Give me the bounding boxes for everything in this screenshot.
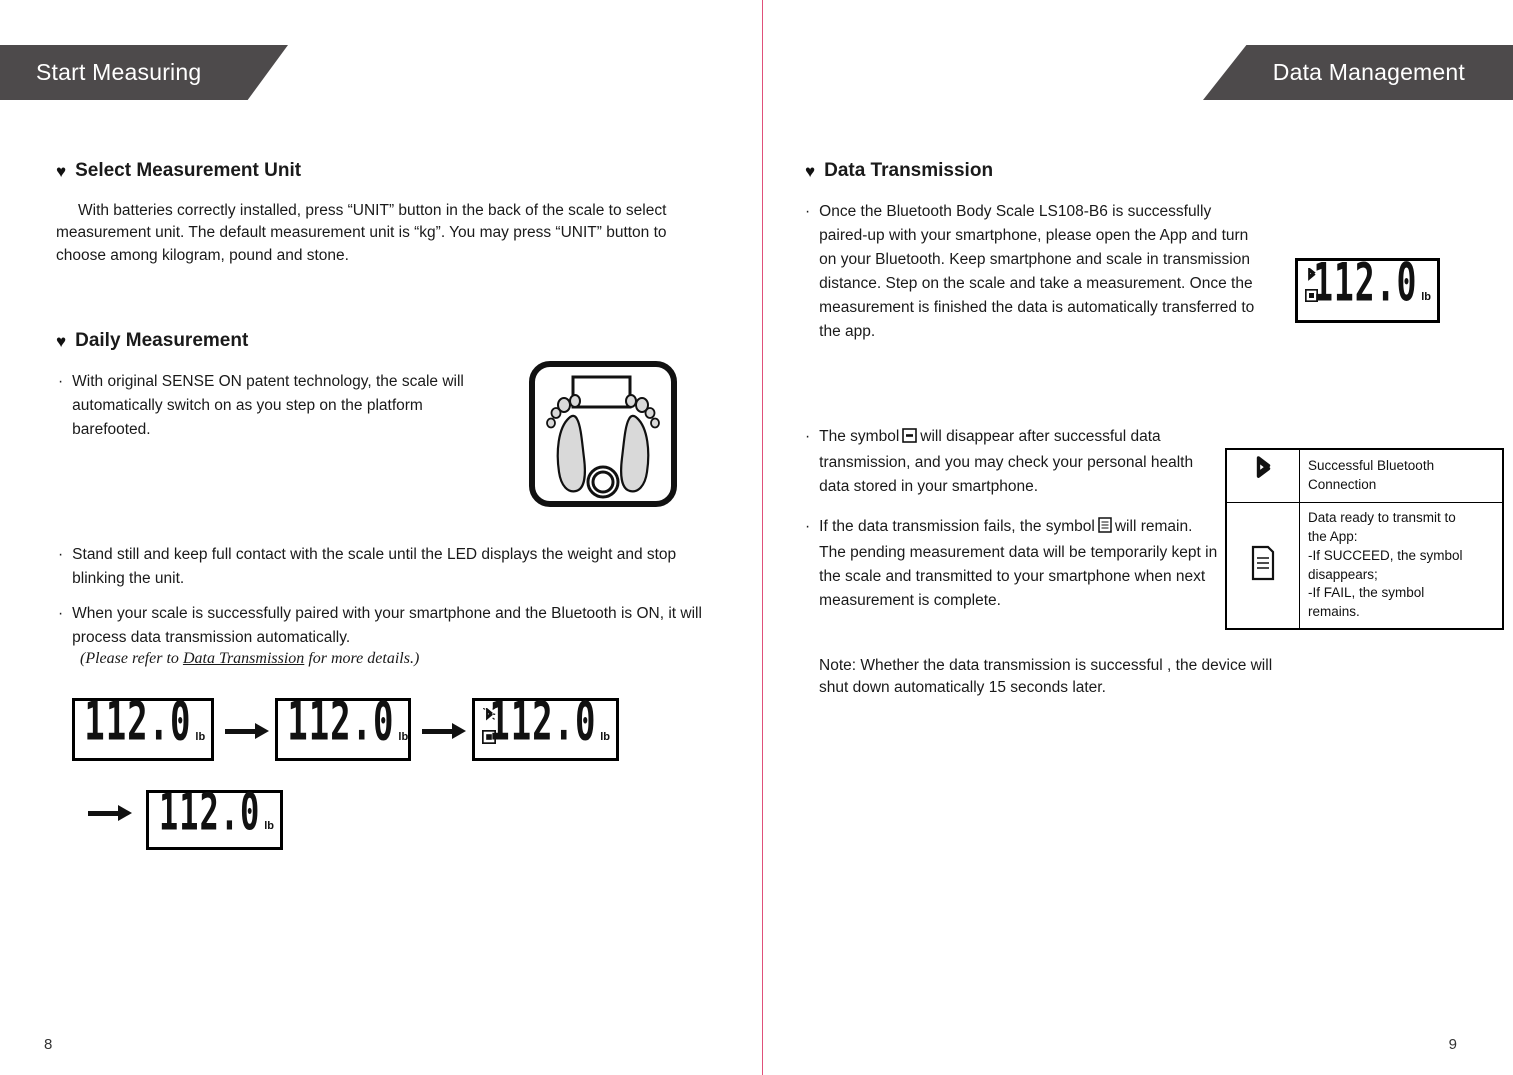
lcd-digits-group: 112.0 lb <box>278 695 414 749</box>
list-item-sense-on: · With original SENSE ON patent technolo… <box>58 370 488 442</box>
reference-close-paren: ) <box>413 650 420 667</box>
section-title-text: Select Measurement Unit <box>75 160 302 181</box>
left-banner-title: Start Measuring <box>36 59 202 85</box>
lcd-weight-value: 112.0 <box>1312 253 1418 314</box>
legend-line: Connection <box>1308 476 1377 492</box>
lcd-unit-label: lb <box>195 730 206 743</box>
legend-icon-document-cell <box>1225 501 1300 630</box>
list-item-text: Once the Bluetooth Body Scale LS108-B6 i… <box>819 203 1255 341</box>
heart-bullet-icon: ♥ <box>56 161 67 181</box>
manual-spread: Start Measuring ♥ Select Measurement Uni… <box>0 0 1513 1075</box>
legend-line: remains. <box>1308 604 1360 620</box>
lcd-unit-label: lb <box>1421 291 1431 304</box>
legend-line: -If FAIL, the symbol <box>1308 585 1425 601</box>
legend-line: the App: <box>1308 528 1358 544</box>
list-item-text: If the data transmission fails, the symb… <box>819 515 1220 613</box>
lcd-weight-value: 112.0 <box>158 784 261 843</box>
list-item-text: Stand still and keep full contact with t… <box>72 546 677 588</box>
list-item-text: The symbol will disappear after successfu… <box>819 425 1205 499</box>
lcd-digits-group: 112.0 lb <box>75 695 211 749</box>
lcd-display-step-1: 112.0 lb <box>72 695 214 761</box>
bullet-dot: · <box>58 373 64 390</box>
list-item-pairing-instructions: · Once the Bluetooth Body Scale LS108-B6… <box>805 200 1255 344</box>
lcd-digits-group: 112.0 lb <box>150 788 280 838</box>
select-measurement-unit-paragraph: With batteries correctly installed, pres… <box>56 202 667 264</box>
shutdown-note: Note: Whether the data transmission is s… <box>819 657 1273 697</box>
lcd-display-step-2: 112.0 lb <box>275 695 414 761</box>
bullet-dot: · <box>58 605 64 622</box>
section-title-text: Daily Measurement <box>75 330 249 351</box>
left-page: Start Measuring ♥ Select Measurement Uni… <box>0 0 762 1075</box>
lcd-display-step-3: 112.0 lb <box>472 695 619 761</box>
lcd-weight-value: 112.0 <box>287 690 395 753</box>
lcd-unit-label: lb <box>600 730 610 743</box>
legend-line: -If SUCCEED, the symbol <box>1308 547 1463 563</box>
left-page-banner: Start Measuring <box>0 45 288 100</box>
list-item-paired-bluetooth: · When your scale is successfully paired… <box>58 602 718 650</box>
bullet-dot: · <box>805 203 811 220</box>
right-banner-title: Data Management <box>1272 59 1465 85</box>
lcd-display-step-4: 112.0 lb <box>146 788 283 850</box>
bathroom-scale-illustration <box>528 360 678 513</box>
page-number-right: 9 <box>1448 1036 1457 1053</box>
lcd-display-transmission: 112.0 lb <box>1295 258 1440 323</box>
table-row: Successful Bluetooth Connection <box>1225 448 1504 503</box>
reference-link[interactable]: Data Transmission <box>183 650 304 667</box>
lcd-unit-label: lb <box>398 730 409 743</box>
reference-note: (Please refer to Data Transmission for m… <box>80 650 419 668</box>
lcd-digits-group: 112.0 lb <box>1304 258 1437 309</box>
bullet-dot: · <box>805 518 811 535</box>
bluetooth-icon <box>1256 456 1271 478</box>
list-item-text-before: If the data transmission fails, the symb… <box>819 518 1095 535</box>
page-number-left: 8 <box>44 1036 53 1053</box>
lcd-weight-value: 112.0 <box>489 690 597 753</box>
lcd-weight-value: 112.0 <box>84 690 192 753</box>
lcd-unit-label: lb <box>264 820 274 833</box>
legend-description-transmit: Data ready to transmit to the App: -If S… <box>1299 501 1504 630</box>
legend-icon-bluetooth-cell <box>1225 448 1300 503</box>
bathroom-scale-with-feet-icon <box>529 361 677 507</box>
arrow-icon-3 <box>88 805 132 821</box>
document-transmit-icon <box>1251 545 1275 580</box>
list-item-stand-still: · Stand still and keep full contact with… <box>58 543 708 591</box>
list-item-symbol-disappear: · The symbol will disappear after success… <box>805 425 1205 499</box>
symbol-legend-table: Successful Bluetooth Connection Data rea… <box>1225 448 1504 631</box>
legend-line: disappears; <box>1308 566 1378 582</box>
list-item-transmission-fails: · If the data transmission fails, the sy… <box>805 515 1220 613</box>
list-item-text: With original SENSE ON patent technology… <box>72 373 464 439</box>
section-heading-data-transmission: ♥ Data Transmission <box>805 160 993 182</box>
heart-bullet-icon: ♥ <box>56 331 67 351</box>
arrow-icon-1 <box>225 723 269 739</box>
arrow-icon-2 <box>422 723 466 739</box>
document-icon <box>1098 517 1112 541</box>
section-heading-select-measurement-unit: ♥ Select Measurement Unit <box>56 160 301 182</box>
legend-line: Data ready to transmit to <box>1308 509 1456 525</box>
lcd-digits-group: 112.0 lb <box>480 695 616 749</box>
transmit-icon <box>902 427 918 451</box>
reference-text-after: for more details. <box>304 650 414 667</box>
right-page: Data Management ♥ Data Transmission · On… <box>763 0 1513 1075</box>
section-heading-daily-measurement: ♥ Daily Measurement <box>56 330 248 352</box>
list-item-text-before: The symbol <box>819 428 900 445</box>
heart-bullet-icon: ♥ <box>805 161 816 181</box>
right-page-banner: Data Management <box>1203 45 1513 100</box>
bullet-dot: · <box>805 428 811 445</box>
section-title-text: Data Transmission <box>824 160 994 181</box>
bullet-dot: · <box>58 546 64 563</box>
list-item-text: When your scale is successfully paired w… <box>72 605 702 647</box>
legend-line: Successful Bluetooth <box>1308 458 1435 474</box>
reference-text-before: Please refer to <box>85 650 183 667</box>
table-row: Data ready to transmit to the App: -If S… <box>1225 501 1504 630</box>
legend-description-bluetooth: Successful Bluetooth Connection <box>1299 448 1504 503</box>
